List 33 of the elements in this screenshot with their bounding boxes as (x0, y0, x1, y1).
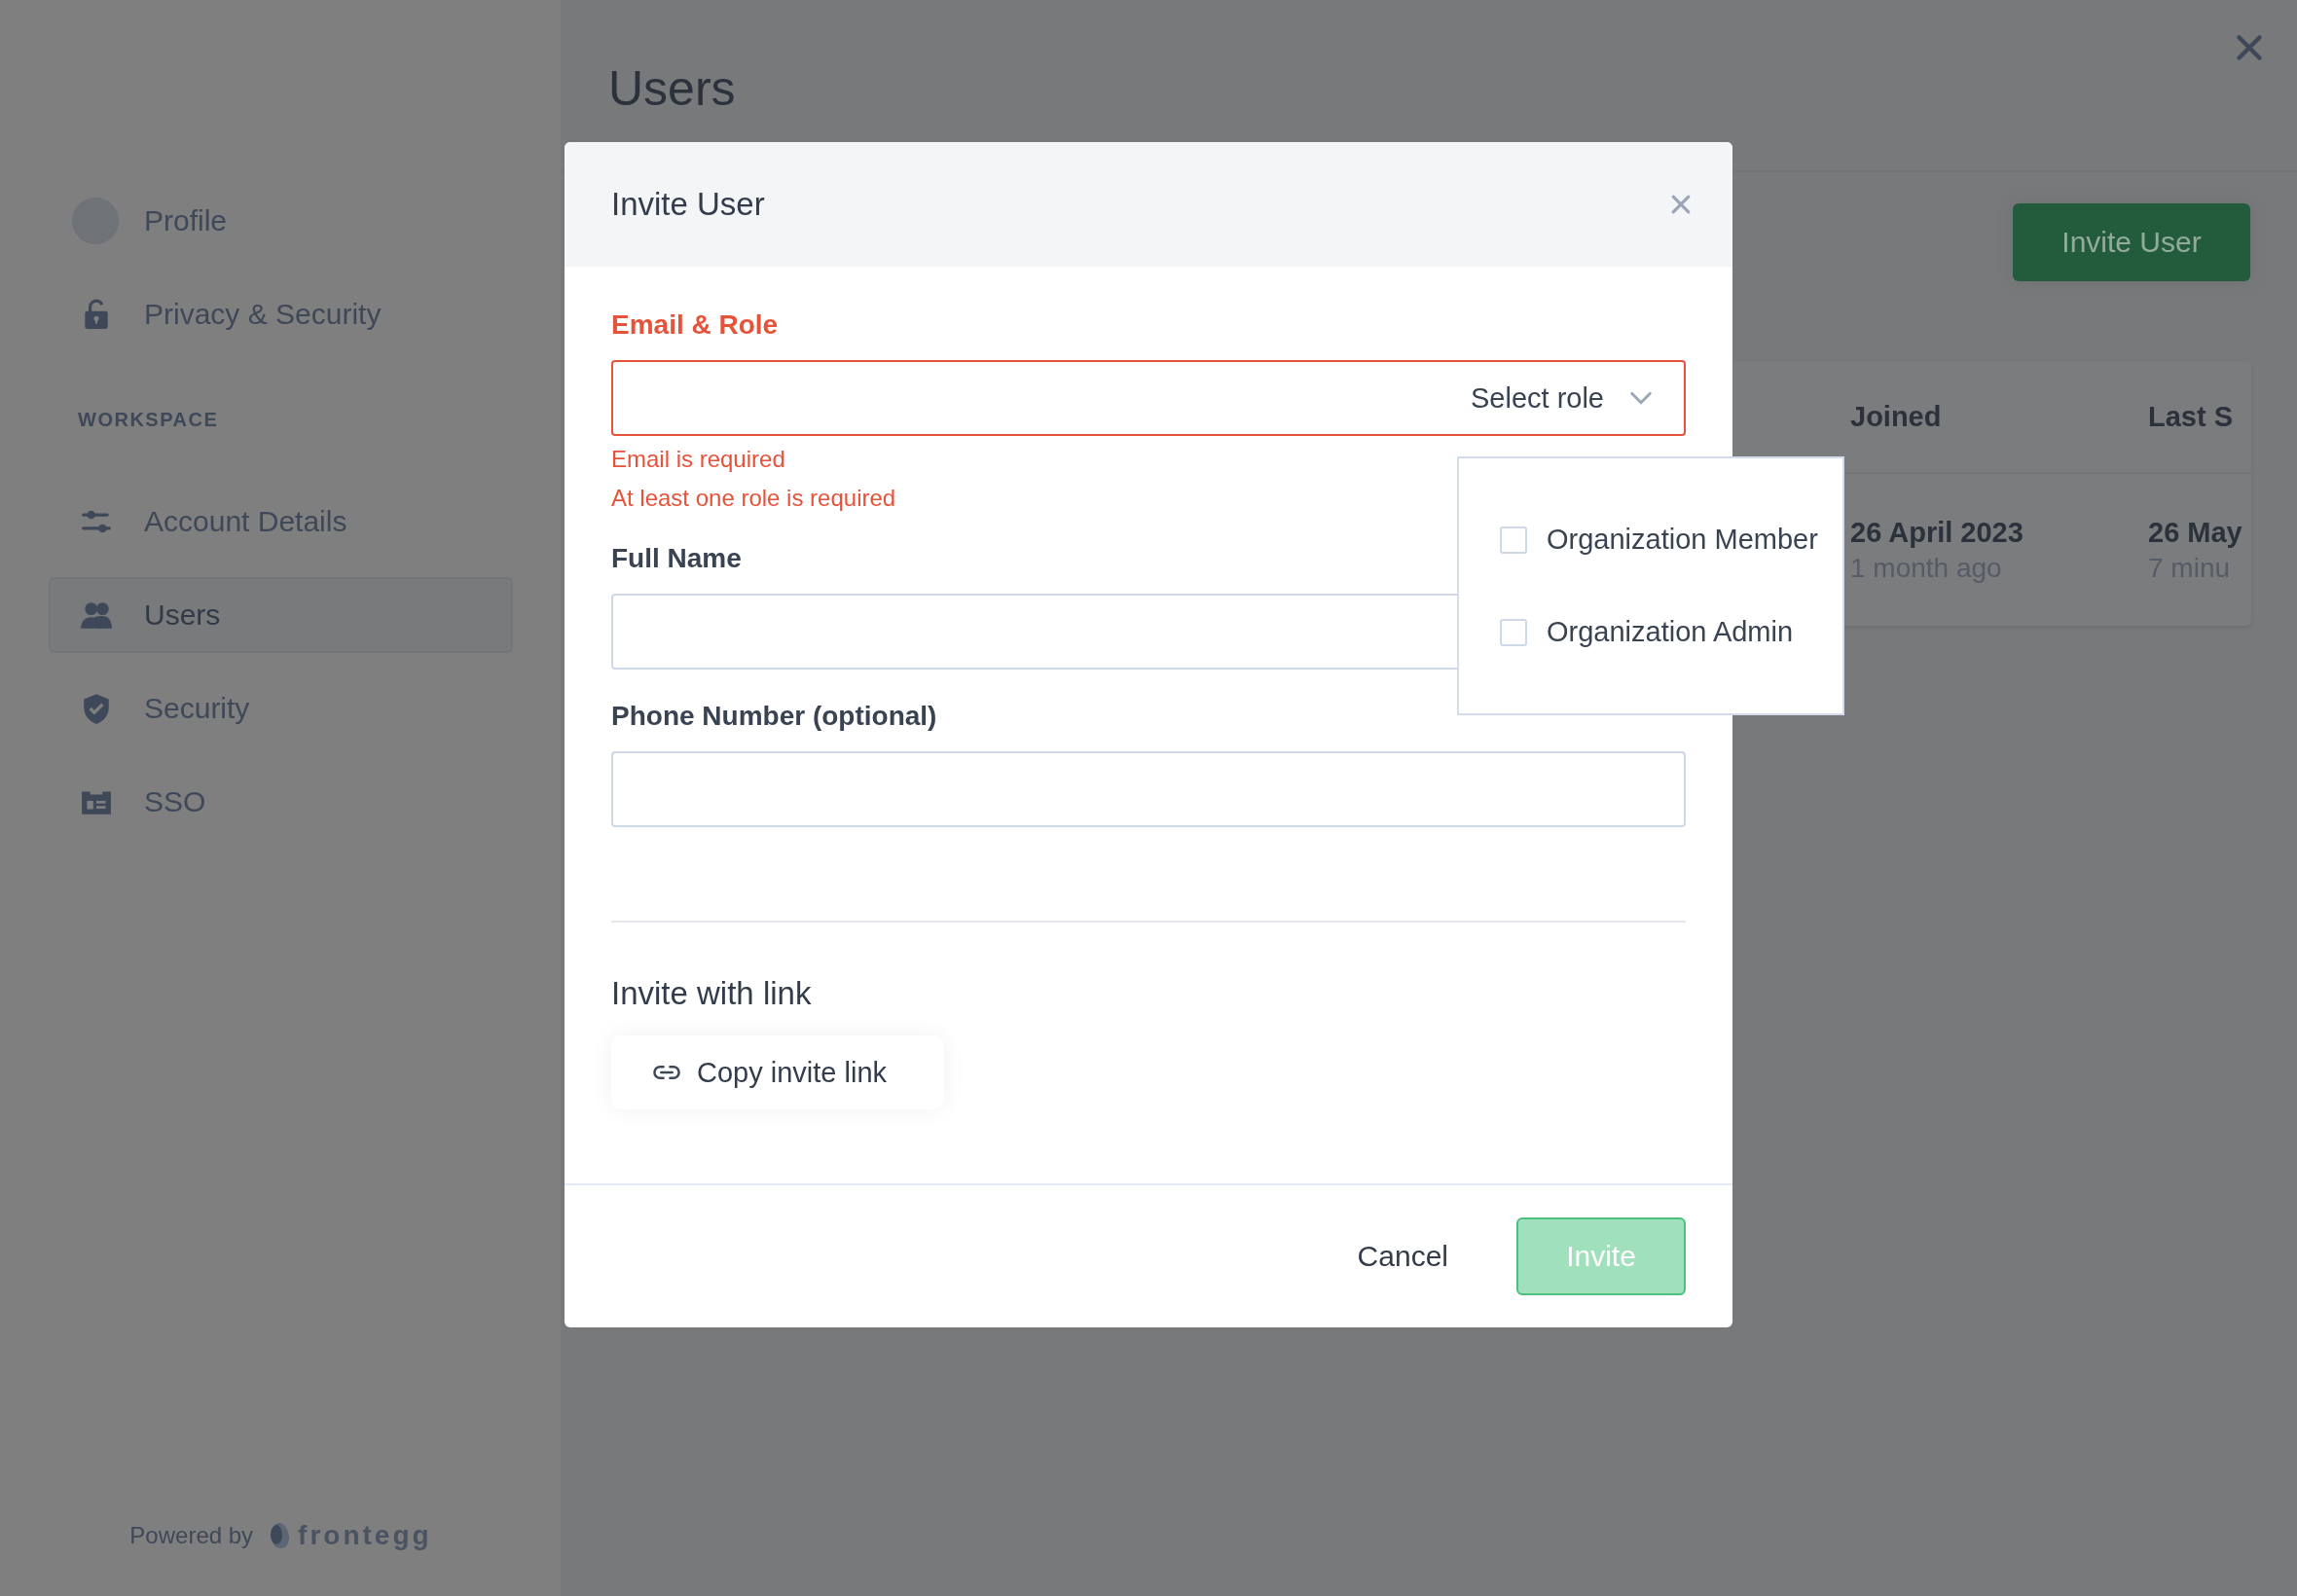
sidebar-item[interactable]: Profile (49, 183, 513, 259)
copy-invite-link-button[interactable]: Copy invite link (611, 1035, 944, 1109)
email-role-field[interactable]: Select role (611, 360, 1686, 436)
role-option[interactable]: Organization Admin (1500, 616, 1842, 648)
powered-by-text: Powered by (129, 1522, 254, 1549)
sidebar-item[interactable]: SSO (49, 764, 513, 840)
input-field[interactable] (611, 751, 1686, 827)
sidebar-item[interactable]: Account Details (49, 484, 513, 560)
sidebar-item[interactable]: Users (49, 577, 513, 653)
dialog-title: Invite User (611, 186, 765, 223)
field-label: Full Name (611, 543, 743, 574)
checkbox[interactable] (1500, 618, 1527, 646)
invite-user-button[interactable]: Invite User (2013, 203, 2250, 281)
sidebar-item[interactable]: Security (49, 671, 513, 746)
column-header: Joined (1850, 400, 1943, 433)
role-select[interactable]: Select role (1471, 381, 1684, 415)
close-icon[interactable] (2235, 33, 2264, 62)
checkbox[interactable] (1500, 526, 1527, 554)
field-label: Phone Number (optional) (611, 701, 938, 732)
error-message: At least one role is required (611, 485, 897, 512)
table-cell-text: 26 April 2023 (1850, 516, 2024, 549)
error-message: Email is required (611, 446, 786, 473)
cancel-button[interactable]: Cancel (1351, 1239, 1454, 1274)
section-heading: WORKSPACE (78, 409, 220, 431)
sidebar-item[interactable]: Privacy & Security (49, 276, 513, 352)
role-option[interactable]: Organization Member (1500, 524, 1842, 556)
column-header: Last S (2148, 400, 2235, 433)
section-title: Invite with link (611, 975, 812, 1012)
table-cell-text: 26 May (2148, 516, 2243, 549)
chevron-down-icon (1629, 391, 1653, 405)
link-icon (652, 1065, 681, 1080)
page-title: Users (608, 60, 737, 117)
field-label: Email & Role (611, 309, 780, 341)
